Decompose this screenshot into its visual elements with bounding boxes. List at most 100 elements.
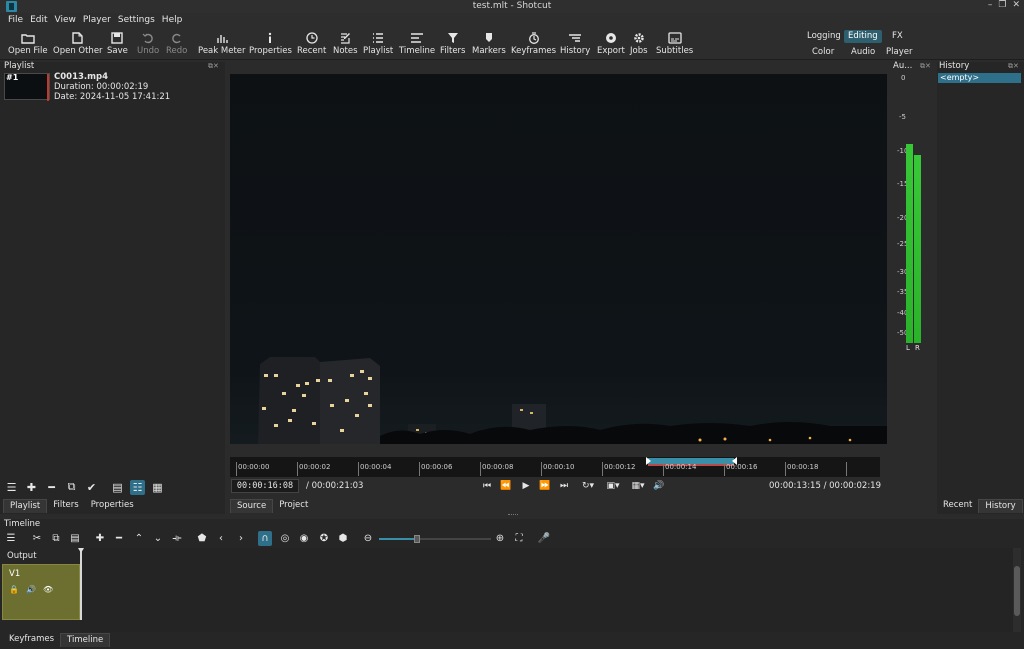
playhead-marker-icon[interactable] [78,548,84,553]
track-header-v1[interactable]: V1 🔒 🔊 👁 [2,564,80,620]
layout-fx-button[interactable]: FX [888,30,907,43]
playlist-item[interactable]: #1 C0013.mp4 Duration: 00:00:02:19 Date:… [2,72,222,102]
export-button[interactable]: Export [597,29,625,59]
save-button[interactable]: Save [107,29,128,59]
lock-icon[interactable]: 🔒 [9,585,19,594]
position-timecode-field[interactable]: 00:00:16:08 [231,479,299,493]
menu-file[interactable]: File [8,13,23,28]
check-icon[interactable]: ✔ [84,480,99,495]
append-icon[interactable]: ✚ [93,531,107,546]
mute-icon[interactable]: 🔊 [26,585,36,594]
menu-settings[interactable]: Settings [118,13,155,28]
timeline-playhead[interactable] [80,548,82,620]
timeline-tracks[interactable] [80,548,1013,632]
overwrite-icon[interactable]: ⌄ [151,531,165,546]
splitter-handle[interactable] [508,514,518,516]
remove-icon[interactable]: ━ [44,480,59,495]
icons-view-icon[interactable]: ▦ [150,480,165,495]
undo-button[interactable]: Undo [137,29,159,59]
update-icon[interactable]: ⧉ [64,480,79,495]
cut-icon[interactable]: ✂ [30,531,44,546]
volume-icon[interactable]: 🔊 [653,480,665,492]
tab-recent[interactable]: Recent [937,499,978,513]
history-button[interactable]: History [560,29,590,59]
minimize-icon[interactable]: – [988,0,993,10]
menu-edit[interactable]: Edit [30,13,47,28]
markers-button[interactable]: Markers [472,29,506,59]
jobs-button[interactable]: Jobs [630,29,648,59]
lift-icon[interactable]: ⌃ [132,531,146,546]
filters-button[interactable]: Filters [440,29,465,59]
details-view-icon[interactable]: ▤ [110,480,125,495]
tick-label: 00:00:18 [787,463,819,471]
open-file-button[interactable]: Open File [8,29,48,59]
history-item[interactable]: <empty> [938,73,1021,83]
open-other-button[interactable]: Open Other [53,29,103,59]
play-icon[interactable]: ▶ [520,480,532,492]
eye-icon[interactable]: 👁 [43,585,53,594]
ripple-delete-icon[interactable]: ━ [112,531,126,546]
marker-add-icon[interactable]: ⬟ [195,531,209,546]
copy-icon[interactable]: ⧉ [49,531,63,546]
playlist-button[interactable]: Playlist [363,29,393,59]
next-marker-icon[interactable]: › [234,531,248,546]
timeline-menu-icon[interactable]: ☰ [4,531,18,546]
timeline-button[interactable]: Timeline [399,29,435,59]
ripple-icon[interactable]: ◉ [297,531,311,546]
maximize-icon[interactable]: ❐ [998,0,1006,10]
layout-audio-button[interactable]: Audio [847,46,879,59]
timeline-zoom-fill [379,538,415,540]
properties-button[interactable]: Properties [249,29,292,59]
tab-properties[interactable]: Properties [85,499,140,513]
tab-playlist[interactable]: Playlist [3,499,48,513]
tab-filters[interactable]: Filters [47,499,84,513]
recent-label: Recent [297,46,327,56]
loop-icon[interactable]: ↻▾ [578,480,598,492]
subtitles-button[interactable]: Subtitles [656,29,693,59]
skip-next-icon[interactable]: ⏭ [558,480,570,492]
timeline-zoom-handle[interactable] [414,535,420,543]
tab-keyframes[interactable]: Keyframes [3,633,60,647]
timeline-scrollbar-handle[interactable] [1014,566,1020,616]
tab-project[interactable]: Project [273,499,314,513]
fast-forward-icon[interactable]: ⏩ [539,480,551,492]
zoom-out-icon[interactable]: ⊖ [361,531,375,546]
gear-icon [634,32,644,43]
grid-icon[interactable]: ▦▾ [627,480,649,492]
menu-help[interactable]: Help [162,13,183,28]
zoom-in-icon[interactable]: ⊕ [493,531,507,546]
history-panel-title: History [939,61,970,71]
history-dock-buttons[interactable]: ⧉✕ [1008,62,1019,71]
scrub-icon[interactable]: ◎ [278,531,292,546]
tab-timeline[interactable]: Timeline [60,633,111,647]
tiles-view-icon[interactable]: ☷ [130,479,145,495]
playlist-menu-icon[interactable]: ☰ [4,480,19,495]
peak-meter-button[interactable]: Peak Meter [198,29,246,59]
zoom-view-icon[interactable]: ▣▾ [603,480,623,492]
recent-button[interactable]: Recent [297,29,326,59]
tab-source[interactable]: Source [230,499,274,513]
close-icon[interactable]: ✕ [1012,0,1020,10]
tab-history[interactable]: History [978,499,1023,513]
layout-color-button[interactable]: Color [808,46,838,59]
keyframes-button[interactable]: Keyframes [511,29,556,59]
paste-icon[interactable]: ▤ [68,531,82,546]
snap-icon[interactable]: ∩ [258,531,272,546]
previous-marker-icon[interactable]: ‹ [214,531,228,546]
add-icon[interactable]: ✚ [24,480,39,495]
layout-logging-button[interactable]: Logging [803,30,845,43]
menu-view[interactable]: View [55,13,76,28]
split-icon[interactable]: ⟛ [170,531,184,546]
redo-button[interactable]: Redo [166,29,187,59]
layout-player-button[interactable]: Player [882,46,916,59]
ripple-markers-icon[interactable]: ⬢ [336,531,350,546]
playlist-dock-buttons[interactable]: ⧉✕ [208,62,219,71]
notes-button[interactable]: Notes [333,29,358,59]
menu-player[interactable]: Player [83,13,111,28]
rewind-icon[interactable]: ⏪ [500,480,512,492]
layout-editing-button[interactable]: Editing [844,30,882,43]
record-audio-icon[interactable]: 🎤 [537,531,551,546]
zoom-fit-icon[interactable]: ⛶ [512,531,526,546]
ripple-all-icon[interactable]: ✪ [317,531,331,546]
skip-previous-icon[interactable]: ⏮ [481,480,493,492]
